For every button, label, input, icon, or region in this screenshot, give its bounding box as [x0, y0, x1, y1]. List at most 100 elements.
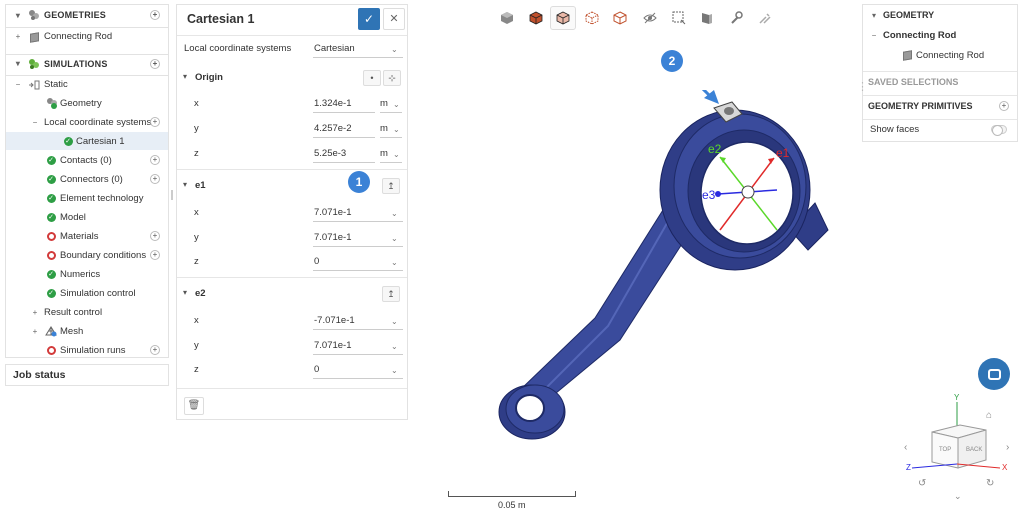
expand-icon[interactable]: +: [30, 308, 40, 317]
e1-x-input[interactable]: 7.071e-1: [313, 205, 403, 222]
e1-section-header[interactable]: ▾ e1 ↥: [177, 175, 407, 197]
chevron-down-icon[interactable]: ▾: [183, 180, 187, 189]
chevron-down-icon[interactable]: ▾: [13, 59, 23, 68]
solid-edges-view-button[interactable]: [523, 6, 549, 30]
origin-z-input[interactable]: 5.25e-3: [313, 146, 375, 163]
chevron-down-icon[interactable]: ▾: [183, 288, 187, 297]
cube-wireframe-icon: [585, 11, 599, 25]
tree-item-materials[interactable]: Materials +: [6, 227, 168, 245]
add-material-button[interactable]: +: [150, 231, 160, 241]
origin-options-button[interactable]: ⊹: [383, 70, 401, 86]
add-geometry-button[interactable]: +: [150, 10, 160, 20]
tree-item-label: Cartesian 1: [76, 135, 125, 147]
geometry-part-connecting-rod[interactable]: Connecting Rod: [863, 45, 1017, 65]
tree-item-connectors[interactable]: ✓ Connectors (0) +: [6, 170, 168, 188]
tree-item-label: Element technology: [60, 192, 144, 204]
add-boundary-condition-button[interactable]: +: [150, 250, 160, 260]
tree-item-connecting-rod[interactable]: + Connecting Rod: [6, 27, 168, 45]
divider: [177, 388, 407, 389]
wireframe-view-button[interactable]: [579, 6, 605, 30]
outline-view-button[interactable]: [607, 6, 633, 30]
add-primitive-button[interactable]: +: [999, 101, 1009, 111]
job-status-panel[interactable]: Job status: [5, 364, 169, 386]
section-view-button[interactable]: [694, 6, 720, 30]
chevron-down-icon[interactable]: ⌄: [954, 491, 962, 501]
tree-item-numerics[interactable]: ✓ Numerics: [6, 265, 168, 283]
chevron-down-icon[interactable]: ▾: [869, 11, 879, 20]
e1-z-input[interactable]: 0: [313, 254, 403, 271]
cube-face-back-label: BACK: [966, 447, 982, 453]
geometry-primitives-header[interactable]: GEOMETRY PRIMITIVES +: [863, 95, 1017, 115]
panel-collapse-handle[interactable]: ⋮: [857, 80, 868, 93]
tree-item-static[interactable]: − Static: [6, 75, 168, 93]
e2-y-input[interactable]: 7.071e-1: [313, 338, 403, 355]
rotate-right-icon[interactable]: ↻: [986, 478, 994, 489]
add-simulation-button[interactable]: +: [150, 59, 160, 69]
tree-item-contacts[interactable]: ✓ Contacts (0) +: [6, 151, 168, 169]
e2-x-input[interactable]: -7.071e-1: [313, 313, 403, 330]
chevron-right-icon[interactable]: ›: [1006, 442, 1009, 453]
saved-selections-header[interactable]: SAVED SELECTIONS: [863, 71, 1017, 91]
tree-item-simulation-control[interactable]: ✓ Simulation control: [6, 284, 168, 302]
chevron-left-icon[interactable]: ‹: [904, 442, 907, 453]
error-circle-icon: [45, 344, 57, 356]
collapse-icon[interactable]: −: [30, 118, 40, 127]
origin-section-header[interactable]: ▾ Origin • ⊹: [177, 67, 407, 89]
lcs-type-select[interactable]: Cartesian: [313, 41, 403, 58]
add-run-button[interactable]: +: [150, 345, 160, 355]
tree-item-boundary-conditions[interactable]: Boundary conditions +: [6, 246, 168, 264]
tree-section-geometries[interactable]: ▾ GEOMETRIES +: [6, 6, 168, 24]
origin-x-row: x 1.324e-1 m ⌄: [177, 93, 407, 115]
e1-y-input[interactable]: 7.071e-1: [313, 230, 403, 247]
origin-x-input[interactable]: 1.324e-1: [313, 96, 375, 113]
tools-button[interactable]: [752, 6, 778, 30]
expand-icon[interactable]: +: [13, 32, 23, 41]
transparent-view-button[interactable]: [550, 6, 576, 30]
tree-item-model[interactable]: ✓ Model: [6, 208, 168, 226]
measure-button[interactable]: [723, 6, 749, 30]
view-cube[interactable]: Y ⌂ TOP BACK Z X ↺ ↻ ‹ › ⌄: [902, 392, 1022, 504]
confirm-button[interactable]: ✓: [358, 8, 380, 30]
add-contact-button[interactable]: +: [150, 155, 160, 165]
model-viewport[interactable]: e2 e1 e3: [490, 90, 840, 450]
e2-y-row: y 7.071e-1 ⌄: [177, 335, 407, 357]
chevron-down-icon: ⌄: [391, 209, 398, 218]
tree-item-simulation-runs[interactable]: Simulation runs +: [6, 341, 168, 359]
tree-item-element-technology[interactable]: ✓ Element technology: [6, 189, 168, 207]
add-coordinate-system-button[interactable]: +: [150, 117, 160, 127]
home-icon[interactable]: ⌂: [986, 410, 992, 421]
tree-item-geometry[interactable]: Geometry: [6, 94, 168, 112]
axis-x-label: x: [194, 98, 199, 109]
panel-resize-handle[interactable]: [171, 190, 173, 200]
e2-direction-button[interactable]: ↥: [382, 286, 400, 302]
expand-icon[interactable]: +: [30, 327, 40, 336]
tree-item-cartesian-1[interactable]: ✓ Cartesian 1: [6, 132, 168, 150]
geometry-section-header[interactable]: ▾ GEOMETRY: [863, 5, 1017, 25]
tree-section-simulations[interactable]: ▾ SIMULATIONS +: [6, 54, 168, 72]
pick-point-button[interactable]: •: [363, 70, 381, 86]
e1-direction-button[interactable]: ↥: [382, 178, 400, 194]
collapse-icon[interactable]: −: [13, 80, 23, 89]
tree-item-mesh[interactable]: + Mesh: [6, 322, 168, 340]
add-connector-button[interactable]: +: [150, 174, 160, 184]
solid-view-button[interactable]: [494, 6, 520, 30]
e2-z-input[interactable]: 0: [313, 362, 403, 379]
visibility-button[interactable]: [637, 6, 663, 30]
show-faces-toggle[interactable]: [991, 125, 1007, 136]
axis-z-label: z: [194, 256, 199, 267]
chevron-down-icon[interactable]: ▾: [13, 11, 23, 20]
chat-support-button[interactable]: [978, 358, 1010, 390]
chevron-down-icon[interactable]: ▾: [183, 72, 187, 81]
e2-section-header[interactable]: ▾ e2 ↥: [177, 283, 407, 305]
rotate-left-icon[interactable]: ↺: [918, 478, 926, 489]
close-button[interactable]: ✕: [383, 8, 405, 30]
tree-item-local-coordinate-systems[interactable]: − Local coordinate systems +: [6, 113, 168, 131]
tree-item-result-control[interactable]: + Result control: [6, 303, 168, 321]
show-faces-row: Show faces: [863, 119, 1017, 139]
geometry-item-connecting-rod[interactable]: − Connecting Rod: [863, 25, 1017, 45]
box-select-button[interactable]: [666, 6, 692, 30]
delete-button[interactable]: 🗑: [184, 397, 204, 415]
collapse-icon[interactable]: −: [869, 31, 879, 40]
check-circle-icon: ✓: [46, 174, 56, 184]
origin-y-input[interactable]: 4.257e-2: [313, 121, 375, 138]
